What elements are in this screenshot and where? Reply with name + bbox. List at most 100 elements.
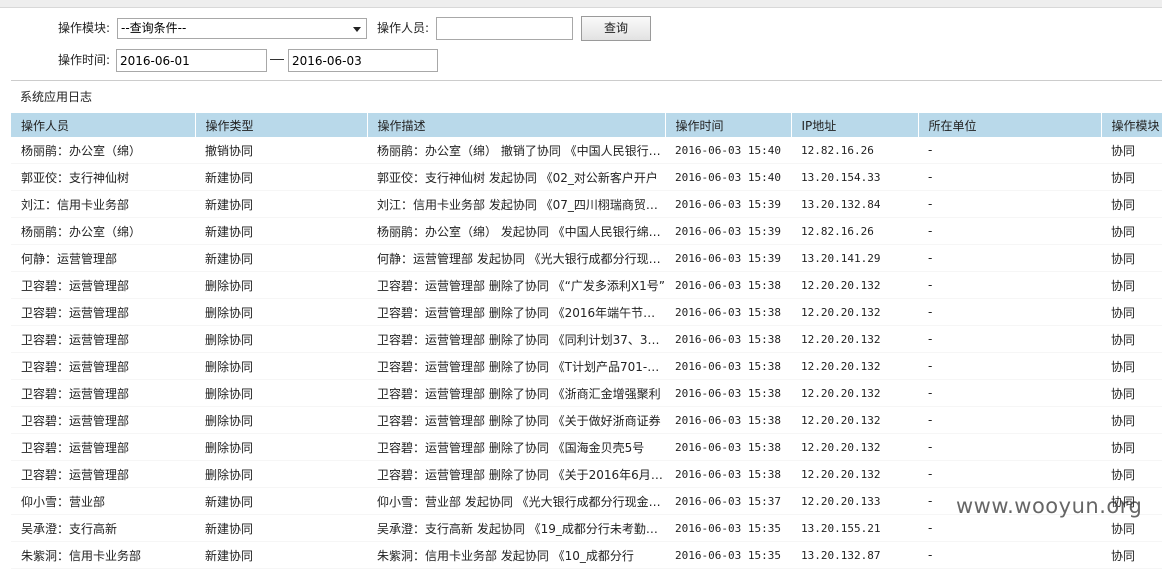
- cell-operator: 刘江：信用卡业务部: [11, 190, 195, 218]
- table-row[interactable]: 郭亚佼：支行神仙树 新建协同 郭亚佼：支行神仙树 发起协同 《02_对公新客户开户 2…: [11, 163, 1162, 191]
- table-row[interactable]: 杨丽鹃：办公室（绵）撤销协同杨丽鹃：办公室（绵） 撤销了协同 《中国人民银行绵阳…: [11, 137, 1162, 164]
- divider: [11, 80, 1162, 81]
- cell-time: 2016-06-03 15:38: [665, 379, 791, 407]
- column-header-module[interactable]: 操作模块: [1101, 113, 1162, 137]
- cell-description: 卫容碧：运营管理部 删除了协同 《关于做好浙商证券: [367, 406, 665, 434]
- cell-description: 仰小雪：营业部 发起协同 《光大银行成都分行现金管理: [367, 487, 665, 515]
- cell-unit: -: [918, 163, 1101, 191]
- cell-unit: -: [918, 379, 1101, 407]
- cell-ip: 12.20.20.132: [791, 406, 918, 434]
- cell-ip: 12.20.20.132: [791, 460, 918, 488]
- cell-operator: 卫容碧：运营管理部: [11, 298, 195, 326]
- cell-unit: -: [918, 433, 1101, 461]
- cell-ip: 12.20.20.132: [791, 352, 918, 380]
- table-row[interactable]: 杨丽鹃：办公室（绵）新建协同杨丽鹃：办公室（绵） 发起协同 《中国人民银行绵阳市…: [11, 217, 1162, 245]
- cell-unit: -: [918, 352, 1101, 380]
- cell-ip: 12.20.20.132: [791, 433, 918, 461]
- end-date-input[interactable]: [288, 49, 438, 72]
- module-label: 操作模块:: [58, 21, 111, 35]
- table-row[interactable]: 卫容碧：运营管理部 删除协同 卫容碧：运营管理部 删除了协同 《T计划产品701-7…: [11, 352, 1162, 380]
- cell-operator: 杨丽鹃：办公室（绵）: [11, 217, 195, 245]
- cell-operator: 卫容碧：运营管理部: [11, 325, 195, 353]
- column-header-operator[interactable]: 操作人员: [11, 113, 196, 137]
- module-select[interactable]: --查询条件--: [117, 18, 367, 39]
- cell-description: 朱紫洞：信用卡业务部 发起协同 《10_成都分行: [367, 541, 665, 569]
- cell-action-type: 删除协同: [195, 433, 367, 461]
- cell-description: 卫容碧：运营管理部 删除了协同 《T计划产品701-702: [367, 352, 665, 380]
- cell-module: 协同: [1101, 433, 1162, 461]
- cell-time: 2016-06-03 15:35: [665, 514, 791, 542]
- table-row[interactable]: 卫容碧：运营管理部 删除协同 卫容碧：运营管理部 删除了协同 《关于做好浙商证券 20…: [11, 406, 1162, 434]
- cell-description: 卫容碧：运营管理部 删除了协同 《2016年端午节理财产品: [367, 298, 665, 326]
- cell-operator: 卫容碧：运营管理部: [11, 460, 195, 488]
- cell-module: 协同: [1101, 244, 1162, 272]
- operator-input[interactable]: [436, 17, 573, 40]
- cell-time: 2016-06-03 15:38: [665, 352, 791, 380]
- cell-action-type: 新建协同: [195, 244, 367, 272]
- table-row[interactable]: 卫容碧：运营管理部 删除协同 卫容碧：运营管理部 删除了协同 《关于2016年6月4…: [11, 460, 1162, 488]
- cell-module: 协同: [1101, 406, 1162, 434]
- column-header-time[interactable]: 操作时间: [665, 113, 792, 137]
- module-select-value: --查询条件--: [121, 21, 187, 35]
- table-row[interactable]: 卫容碧：运营管理部 删除协同 卫容碧：运营管理部 删除了协同 《2016年端午节理财…: [11, 298, 1162, 326]
- table-row[interactable]: 卫容碧：运营管理部 删除协同 卫容碧：运营管理部 删除了协同 《国海金贝壳5号 201…: [11, 433, 1162, 461]
- start-date-input[interactable]: [116, 49, 267, 72]
- cell-time: 2016-06-03 15:38: [665, 271, 791, 299]
- column-header-action-type[interactable]: 操作类型: [195, 113, 368, 137]
- cell-operator: 郭亚佼：支行神仙树: [11, 163, 195, 191]
- cell-description: 刘江：信用卡业务部 发起协同 《07_四川栩瑞商贸有限公司: [367, 190, 665, 218]
- cell-description: 卫容碧：运营管理部 删除了协同 《国海金贝壳5号: [367, 433, 665, 461]
- table-row[interactable]: 卫容碧：运营管理部 删除协同 卫容碧：运营管理部 删除了协同 《“广发多添利X1号”…: [11, 271, 1162, 299]
- table-row[interactable]: 刘江：信用卡业务部 新建协同 刘江：信用卡业务部 发起协同 《07_四川栩瑞商贸有限…: [11, 190, 1162, 218]
- section-title: 系统应用日志: [20, 90, 93, 104]
- table-row[interactable]: 朱紫洞：信用卡业务部 新建协同 朱紫洞：信用卡业务部 发起协同 《10_成都分行 20…: [11, 541, 1162, 569]
- cell-action-type: 新建协同: [195, 541, 367, 569]
- cell-time: 2016-06-03 15:38: [665, 433, 791, 461]
- cell-unit: -: [918, 406, 1101, 434]
- cell-unit: -: [918, 137, 1101, 164]
- cell-module: 协同: [1101, 325, 1162, 353]
- cell-ip: 13.20.141.29: [791, 244, 918, 272]
- cell-description: 卫容碧：运营管理部 删除了协同 《关于2016年6月4日: [367, 460, 665, 488]
- column-header-description[interactable]: 操作描述: [367, 113, 666, 137]
- cell-time: 2016-06-03 15:39: [665, 244, 791, 272]
- table-row[interactable]: 卫容碧：运营管理部 删除协同 卫容碧：运营管理部 删除了协同 《浙商汇金增强聚利 20…: [11, 379, 1162, 407]
- cell-action-type: 撤销协同: [195, 137, 367, 164]
- cell-operator: 卫容碧：运营管理部: [11, 433, 195, 461]
- operator-label: 操作人员:: [377, 21, 430, 35]
- cell-time: 2016-06-03 15:38: [665, 460, 791, 488]
- cell-ip: 13.20.154.33: [791, 163, 918, 191]
- cell-action-type: 新建协同: [195, 217, 367, 245]
- cell-module: 协同: [1101, 137, 1162, 164]
- cell-unit: -: [918, 298, 1101, 326]
- cell-operator: 卫容碧：运营管理部: [11, 379, 195, 407]
- table-row[interactable]: 吴承澄：支行高新 新建协同 吴承澄：支行高新 发起协同 《19_成都分行未考勤人员 2…: [11, 514, 1162, 542]
- cell-unit: -: [918, 460, 1101, 488]
- cell-ip: 12.20.20.132: [791, 379, 918, 407]
- cell-module: 协同: [1101, 271, 1162, 299]
- cell-ip: 12.82.16.26: [791, 217, 918, 245]
- cell-module: 协同: [1101, 163, 1162, 191]
- cell-module: 协同: [1101, 298, 1162, 326]
- cell-ip: 12.20.20.132: [791, 325, 918, 353]
- cell-module: 协同: [1101, 379, 1162, 407]
- cell-unit: -: [918, 541, 1101, 569]
- cell-operator: 仰小雪：营业部: [11, 487, 195, 515]
- cell-unit: -: [918, 217, 1101, 245]
- cell-ip: 12.20.20.132: [791, 271, 918, 299]
- table-row[interactable]: 卫容碧：运营管理部 删除协同 卫容碧：运营管理部 删除了协同 《同利计划37、38期…: [11, 325, 1162, 353]
- column-header-unit[interactable]: 所在单位: [918, 113, 1102, 137]
- cell-ip: 13.20.132.84: [791, 190, 918, 218]
- cell-ip: 12.20.20.132: [791, 298, 918, 326]
- cell-description: 郭亚佼：支行神仙树 发起协同 《02_对公新客户开户: [367, 163, 665, 191]
- chevron-down-icon[interactable]: [353, 27, 361, 32]
- cell-time: 2016-06-03 15:39: [665, 217, 791, 245]
- query-button[interactable]: 查询: [581, 16, 651, 41]
- cell-description: 卫容碧：运营管理部 删除了协同 《浙商汇金增强聚利: [367, 379, 665, 407]
- table-row[interactable]: 何静：运营管理部 新建协同 何静：运营管理部 发起协同 《光大银行成都分行现金管理 2…: [11, 244, 1162, 272]
- cell-unit: -: [918, 514, 1101, 542]
- cell-description: 卫容碧：运营管理部 删除了协同 《“广发多添利X1号”: [367, 271, 665, 299]
- cell-operator: 何静：运营管理部: [11, 244, 195, 272]
- cell-operator: 朱紫洞：信用卡业务部: [11, 541, 195, 569]
- column-header-ip[interactable]: IP地址: [791, 113, 919, 137]
